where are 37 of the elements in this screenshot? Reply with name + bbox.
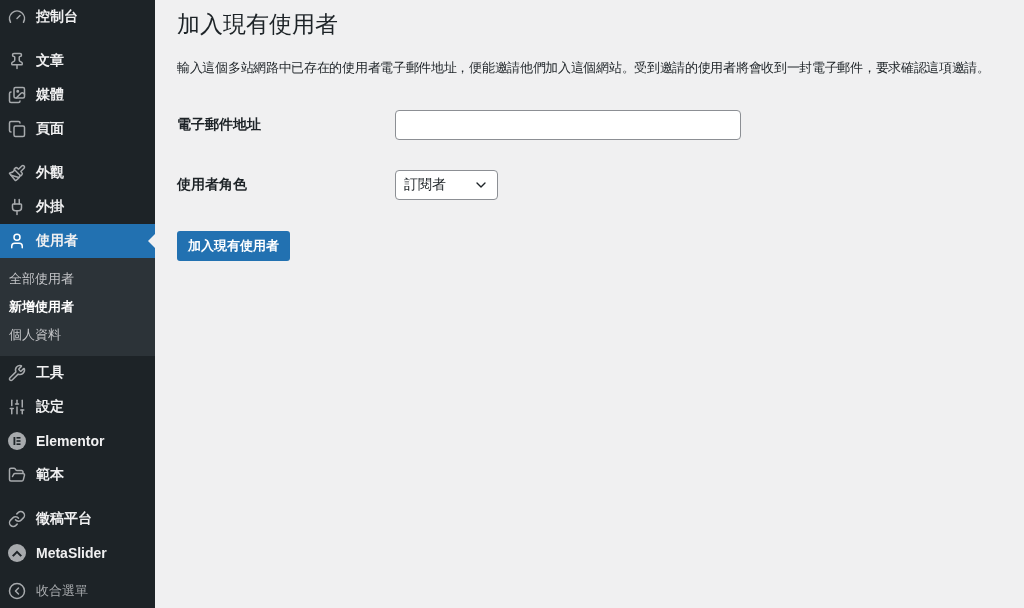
menu-item[interactable]: 設定 (0, 390, 155, 424)
folder-icon (8, 466, 26, 484)
add-user-button[interactable]: 加入現有使用者 (177, 231, 290, 261)
role-select[interactable]: 訂閱者 (395, 170, 498, 200)
menu-item[interactable]: 文章 (0, 44, 155, 78)
media-icon (8, 86, 26, 104)
menu-item[interactable]: MetaSlider (0, 536, 155, 570)
menu-item[interactable]: 外觀 (0, 156, 155, 190)
field-label: 電子郵件地址 (177, 116, 262, 134)
field-label: 使用者角色 (177, 176, 248, 194)
page-title: 加入現有使用者 (177, 10, 339, 39)
pin-icon (8, 52, 26, 70)
menu-item[interactable]: 外掛 (0, 190, 155, 224)
chevron-circle-icon (8, 544, 26, 562)
link-icon (8, 510, 26, 528)
menu-item[interactable]: 徵稿平台 (0, 502, 155, 536)
collapse-icon (8, 582, 26, 600)
gauge-icon (8, 8, 26, 26)
menu-item[interactable]: 媒體 (0, 78, 155, 112)
menu-item[interactable]: 控制台 (0, 0, 155, 34)
submenu-item[interactable]: 新增使用者 (0, 293, 155, 321)
wrench-icon (8, 364, 26, 382)
submenu-item[interactable]: 全部使用者 (0, 265, 155, 293)
collapse-menu-button[interactable]: 收合選單 (0, 574, 155, 608)
pages-icon (8, 120, 26, 138)
sliders-icon (8, 398, 26, 416)
menu-item[interactable]: 工具 (0, 356, 155, 390)
menu-item[interactable]: Elementor (0, 424, 155, 458)
submenu-item[interactable]: 個人資料 (0, 321, 155, 349)
menu-item[interactable]: 使用者 (0, 224, 155, 258)
menu-item[interactable]: 範本 (0, 458, 155, 492)
brush-icon (8, 164, 26, 182)
email-field[interactable] (395, 110, 741, 140)
user-icon (8, 232, 26, 250)
elementor-icon (8, 432, 26, 450)
description: 輸入這個多站網路中已存在的使用者電子郵件地址，便能邀請他們加入這個網站。受到邀請的使用者將會收到一封電子郵件，要求確認這項邀請。 (177, 60, 991, 77)
menu-item[interactable]: 頁面 (0, 112, 155, 146)
